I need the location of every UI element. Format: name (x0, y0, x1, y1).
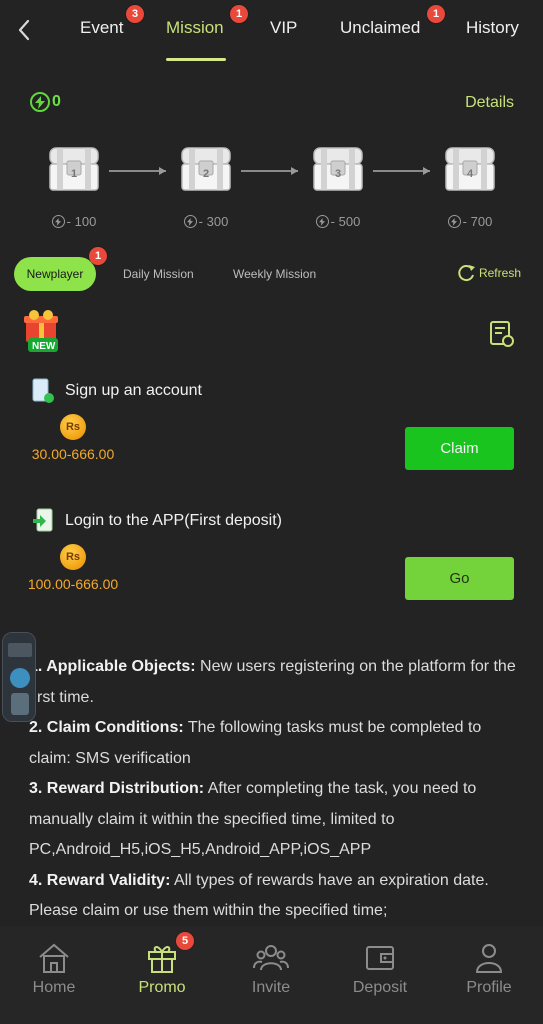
nav-label: Profile (466, 979, 512, 996)
nav-label: Deposit (352, 979, 408, 996)
progress-arrow (373, 167, 430, 175)
login-app-icon (32, 508, 54, 534)
tab-history[interactable]: History (466, 18, 519, 38)
chest-number: 1 (70, 168, 78, 180)
floating-promo-banner[interactable] (2, 632, 36, 722)
nav-label: Promo (138, 979, 186, 996)
nav-invite[interactable]: Invite (231, 942, 311, 997)
rule-number: 2. (29, 719, 47, 736)
chest-cost-value: - 300 (198, 214, 229, 229)
top-tab-bar: Event 3 Mission 1 VIP Unclaimed 1 Histor… (0, 0, 543, 62)
nav-deposit[interactable]: Deposit (340, 942, 420, 997)
reward-amount: 100.00-666.00 (27, 576, 119, 592)
rule-item: 4. Reward Validity: All types of rewards… (29, 866, 519, 927)
person-icon (475, 944, 503, 973)
new-label: NEW (32, 341, 56, 352)
progress-arrow (241, 167, 298, 175)
rule-heading: Reward Validity: (46, 871, 171, 889)
mission-title: Login to the APP(First deposit) (65, 512, 282, 529)
rule-number: 4. (29, 871, 47, 889)
phone-register-icon (32, 378, 54, 404)
bolt-icon (315, 215, 329, 228)
tab-label: Event (80, 18, 124, 37)
reward-amount: 30.00-666.00 (31, 446, 115, 462)
chest-cost-value: - 100 (66, 214, 97, 229)
rule-item: 1. Applicable Objects: New users registe… (29, 652, 519, 713)
subtab-label: Newplayer (26, 267, 84, 281)
tab-unclaimed[interactable]: Unclaimed (340, 18, 420, 38)
mission-records-icon[interactable] (489, 320, 515, 348)
rupee-coin-icon: Rs (60, 544, 86, 570)
refresh-button[interactable]: Refresh (456, 263, 521, 283)
chest-number: 3 (334, 168, 342, 180)
back-button[interactable] (12, 16, 36, 44)
chevron-left-icon (18, 19, 30, 41)
points-value: 0 (52, 93, 61, 110)
tab-event[interactable]: Event (80, 18, 123, 38)
chest-2[interactable]: 2 (179, 144, 233, 192)
details-link[interactable]: Details (465, 94, 514, 112)
chest-4[interactable]: 4 (443, 144, 497, 192)
tab-label: VIP (270, 18, 298, 37)
rule-number: 3. (29, 780, 47, 797)
bolt-icon (447, 215, 461, 228)
rupee-coin-icon: Rs (60, 414, 86, 440)
subtab-daily-mission[interactable]: Daily Mission (123, 267, 194, 281)
chest-number: 4 (466, 168, 474, 180)
tab-vip[interactable]: VIP (270, 18, 297, 38)
active-tab-indicator (166, 58, 226, 61)
claim-button[interactable]: Claim (405, 427, 514, 470)
tab-mission-badge: 1 (230, 5, 248, 23)
progress-arrow (109, 167, 166, 175)
home-icon (39, 943, 69, 973)
chest-1[interactable]: 1 (47, 144, 101, 192)
nav-home[interactable]: Home (14, 942, 94, 997)
points-balance: 0 (30, 92, 61, 112)
tab-mission[interactable]: Mission (166, 18, 224, 38)
new-gift-icon: NEW (20, 308, 72, 360)
chest-3[interactable]: 3 (311, 144, 365, 192)
people-icon (253, 945, 289, 971)
bottom-navigation: Home Promo 5 Invite Deposit Profile (0, 926, 543, 1024)
rule-item: 3. Reward Distribution: After completing… (29, 774, 519, 866)
tab-label: Unclaimed (340, 18, 421, 37)
refresh-label: Refresh (478, 266, 521, 280)
nav-profile[interactable]: Profile (449, 942, 529, 997)
nav-label: Invite (251, 979, 291, 996)
tab-unclaimed-badge: 1 (427, 5, 445, 23)
rule-heading: Reward Distribution: (46, 780, 205, 797)
gift-icon (148, 946, 176, 973)
bolt-icon (183, 215, 197, 228)
refresh-icon (458, 265, 475, 282)
go-button[interactable]: Go (405, 557, 514, 600)
bolt-icon (30, 92, 50, 112)
chest-cost: - 100 (34, 214, 114, 229)
subtab-newplayer[interactable]: Newplayer (14, 257, 96, 291)
chest-cost: - 300 (166, 214, 246, 229)
tab-label: Mission (166, 18, 224, 37)
rule-heading: Claim Conditions: (46, 719, 184, 736)
tab-label: History (466, 18, 519, 37)
chest-cost: - 700 (430, 214, 510, 229)
chest-cost-value: - 500 (330, 214, 361, 229)
mission-title: Sign up an account (65, 382, 202, 399)
chest-cost-value: - 700 (462, 214, 493, 229)
chest-cost: - 500 (298, 214, 378, 229)
promo-badge: 5 (176, 932, 194, 950)
nav-label: Home (32, 979, 76, 996)
rule-item: 2. Claim Conditions: The following tasks… (29, 713, 519, 774)
tab-event-badge: 3 (126, 5, 144, 23)
subtab-weekly-mission[interactable]: Weekly Mission (233, 267, 316, 281)
chest-progress: 1 2 3 4 - 100 - 300 - 500 - 700 (0, 140, 543, 230)
wallet-icon (366, 946, 394, 970)
rule-heading: Applicable Objects: (46, 658, 196, 675)
nav-promo[interactable]: Promo (122, 942, 202, 997)
chest-number: 2 (202, 168, 210, 180)
mission-rules: 1. Applicable Objects: New users registe… (29, 652, 519, 927)
newplayer-badge: 1 (89, 247, 107, 265)
bolt-icon (51, 215, 65, 228)
